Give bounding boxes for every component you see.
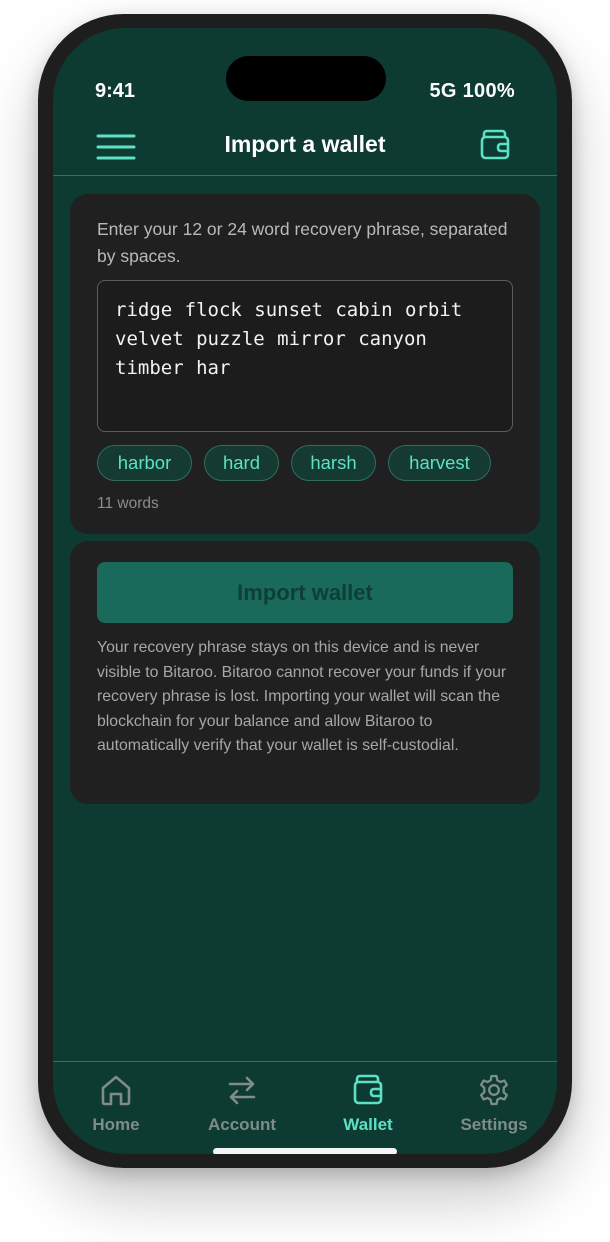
import-card: Import wallet Your recovery phrase stays… <box>70 541 540 804</box>
suggestion-chip-hard[interactable]: hard <box>204 445 279 481</box>
app-header: Import a wallet <box>53 118 557 176</box>
tab-home-label: Home <box>92 1115 140 1134</box>
tab-settings[interactable]: Settings <box>439 1073 549 1135</box>
dynamic-island <box>226 56 386 101</box>
phone-frame: 9:41 5G 100% Import a wallet Enter your … <box>38 14 572 1168</box>
header-divider <box>53 175 557 176</box>
home-indicator[interactable] <box>213 1148 397 1154</box>
status-time: 9:41 <box>95 80 136 102</box>
home-icon <box>101 1075 131 1106</box>
suggestion-chip-harvest[interactable]: harvest <box>388 445 491 481</box>
phrase-instructions: Enter your 12 or 24 word recovery phrase… <box>97 219 508 266</box>
suggestion-chip-harsh[interactable]: harsh <box>291 445 376 481</box>
tab-account[interactable]: Account <box>187 1073 297 1135</box>
tab-home[interactable]: Home <box>61 1073 171 1135</box>
tab-settings-label: Settings <box>460 1115 528 1134</box>
app-screen: 9:41 5G 100% Import a wallet Enter your … <box>53 28 557 1154</box>
tab-wallet[interactable]: Wallet <box>313 1073 423 1135</box>
tab-bar-divider <box>53 1061 557 1062</box>
wallet-icon <box>353 1074 383 1105</box>
import-wallet-button[interactable]: Import wallet <box>97 562 513 623</box>
transfer-arrows-icon <box>228 1076 256 1105</box>
tab-account-label: Account <box>208 1115 276 1134</box>
import-disclaimer: Your recovery phrase stays on this devic… <box>97 639 507 754</box>
status-network-battery: 5G 100% <box>429 80 515 102</box>
gear-icon <box>479 1074 509 1106</box>
recovery-phrase-input[interactable]: ridge flock sunset cabin orbit velvet pu… <box>97 280 513 432</box>
word-count: 11 words <box>97 495 159 512</box>
tab-wallet-label: Wallet <box>343 1115 393 1134</box>
wallet-button[interactable] <box>479 128 511 162</box>
suggestion-chip-harbor[interactable]: harbor <box>97 445 192 481</box>
recovery-phrase-card: Enter your 12 or 24 word recovery phrase… <box>70 194 540 534</box>
wallet-icon <box>480 129 510 160</box>
